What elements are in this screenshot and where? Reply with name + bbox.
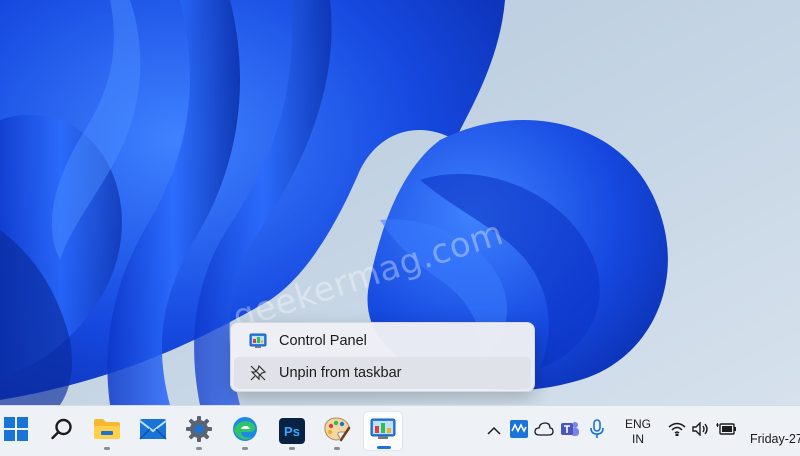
- paint-button[interactable]: [317, 411, 357, 451]
- tray-teams[interactable]: [559, 406, 581, 456]
- settings-button[interactable]: [179, 411, 219, 451]
- control-panel-button[interactable]: [363, 411, 403, 451]
- search-icon: [50, 417, 74, 446]
- running-indicator: [196, 447, 202, 450]
- running-indicator: [334, 447, 340, 450]
- volume-control[interactable]: [690, 406, 712, 456]
- volume-icon: [692, 421, 710, 441]
- menu-item-label: Unpin from taskbar: [279, 365, 402, 381]
- running-indicator: [104, 447, 110, 450]
- language-code: ENG: [624, 417, 651, 431]
- show-hidden-icons-button[interactable]: [484, 406, 504, 456]
- active-indicator: [377, 446, 391, 449]
- clock-date[interactable]: Friday-27: [750, 432, 800, 446]
- microphone-icon: [590, 419, 604, 444]
- network-status[interactable]: [666, 406, 688, 456]
- taskbar-context-menu: Control Panel Unpin from taskbar: [230, 322, 535, 392]
- file-explorer-button[interactable]: [87, 411, 127, 451]
- photoshop-button[interactable]: Ps: [272, 411, 312, 451]
- edge-button[interactable]: [225, 411, 265, 451]
- chevron-up-icon: [487, 423, 501, 441]
- wifi-icon: [668, 422, 686, 441]
- search-button[interactable]: [42, 411, 82, 451]
- windows-logo-icon: [3, 416, 29, 447]
- gear-icon: [186, 415, 212, 447]
- control-panel-icon: [370, 417, 396, 446]
- tray-microphone[interactable]: [587, 406, 607, 456]
- photoshop-label: Ps: [284, 423, 300, 439]
- running-indicator: [289, 447, 295, 450]
- menu-item-label: Control Panel: [279, 333, 367, 349]
- taskbar: Ps ENG IN Friday-27: [0, 405, 800, 456]
- unpin-icon: [248, 363, 268, 383]
- tray-onedrive[interactable]: [533, 406, 555, 456]
- teams-icon: [560, 420, 580, 443]
- battery-status[interactable]: [714, 406, 738, 456]
- tray-app-waves[interactable]: [509, 406, 529, 456]
- menu-item-unpin[interactable]: Unpin from taskbar: [234, 357, 531, 389]
- edge-icon: [232, 416, 258, 447]
- folder-icon: [93, 417, 121, 446]
- battery-icon: [716, 422, 736, 441]
- mail-button[interactable]: [133, 411, 173, 451]
- onedrive-cloud-icon: [534, 422, 554, 441]
- menu-item-control-panel[interactable]: Control Panel: [234, 325, 531, 357]
- control-panel-icon: [248, 331, 268, 351]
- waves-icon: [510, 420, 528, 443]
- start-button[interactable]: [0, 411, 36, 451]
- photoshop-icon: Ps: [279, 418, 305, 444]
- running-indicator: [242, 447, 248, 450]
- paint-palette-icon: [323, 416, 351, 447]
- mail-icon: [139, 418, 167, 445]
- input-language-indicator[interactable]: ENG IN: [620, 417, 656, 447]
- language-region: IN: [632, 432, 644, 446]
